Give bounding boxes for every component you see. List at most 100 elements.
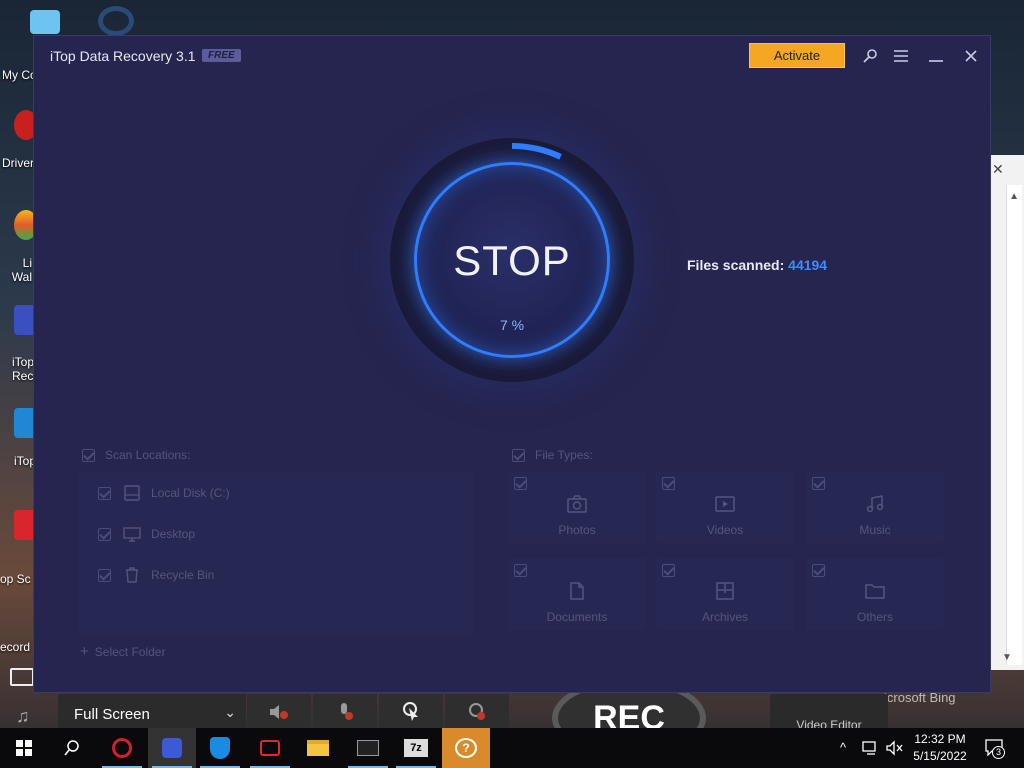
webcam-muted-icon	[469, 703, 485, 720]
windows-logo-icon	[16, 740, 32, 756]
taskbar-app-screen-recorder[interactable]	[246, 728, 294, 768]
network-icon	[862, 741, 876, 755]
minimize-icon	[929, 60, 943, 62]
file-type-photos[interactable]: Photos	[508, 471, 646, 543]
location-label: Local Disk (C:)	[151, 486, 230, 500]
scan-locations-label: Scan Locations:	[105, 448, 191, 462]
chevron-up-icon: ^	[840, 740, 847, 755]
select-folder-label: Select Folder	[94, 645, 166, 659]
location-checkbox[interactable]	[98, 568, 111, 582]
speaker-mute-button[interactable]	[247, 694, 311, 730]
clock-date: 5/15/2022	[913, 749, 967, 763]
scrollbar[interactable]	[1006, 185, 1022, 665]
video-play-icon	[715, 496, 735, 512]
system-clock[interactable]: 12:32 PM 5/15/2022	[906, 731, 974, 765]
recorder-toolbar: ecord ♫ Full Screen ⌄ Video Editor	[0, 640, 1024, 734]
file-type-label: Documents	[546, 610, 608, 624]
taskbar-app-itop-vpn[interactable]	[196, 728, 244, 768]
file-type-label: Others	[856, 610, 893, 624]
scan-locations-header: Scan Locations:	[82, 448, 190, 462]
scroll-up-icon[interactable]: ▲	[1009, 191, 1019, 202]
recorder-left-label: ecord	[0, 640, 31, 654]
location-label: Desktop	[151, 527, 196, 541]
taskbar-app-7zip[interactable]: 7z	[392, 728, 440, 768]
document-icon	[570, 582, 584, 600]
search-taskbar-button[interactable]	[48, 728, 96, 768]
file-type-archives[interactable]: Archives	[656, 558, 794, 630]
computer-icon	[30, 10, 60, 34]
file-type-videos[interactable]: Videos	[656, 471, 794, 543]
file-type-checkbox[interactable]	[812, 564, 825, 577]
archive-box-icon	[716, 582, 734, 600]
recycle-bin-icon	[126, 567, 138, 583]
start-button[interactable]	[0, 728, 48, 768]
itop-data-recovery-icon	[162, 738, 182, 758]
select-folder-button[interactable]: + Select Folder	[80, 643, 165, 660]
taskbar-app-file-explorer[interactable]	[294, 728, 342, 768]
music-note-icon	[866, 495, 884, 513]
scan-locations-checkbox[interactable]	[82, 448, 95, 462]
files-scanned: Files scanned: 44194	[687, 257, 827, 273]
stop-scan-button[interactable]: STOP 7 %	[414, 162, 610, 358]
taskbar-app-itop-data-recovery[interactable]	[148, 728, 196, 768]
minimize-button[interactable]	[924, 44, 948, 68]
scroll-down-icon[interactable]: ▼	[1002, 652, 1012, 663]
search-icon	[863, 49, 877, 63]
taskbar-app-driver-booster[interactable]	[98, 728, 146, 768]
taskbar: 7z ? ^ 12:32 PM 5/15/2022 3	[0, 728, 1024, 768]
location-item[interactable]: Recycle Bin	[98, 567, 214, 583]
camera-icon	[567, 495, 587, 513]
help-chat-icon: ?	[455, 738, 477, 758]
location-checkbox[interactable]	[98, 527, 111, 541]
desktop-icon-label: Driver	[2, 156, 34, 170]
free-badge: FREE	[202, 49, 241, 62]
desktop-icon-label: My Co	[2, 68, 37, 82]
webcam-button[interactable]	[445, 694, 509, 730]
music-note-icon[interactable]: ♫	[16, 706, 30, 727]
shield-icon	[210, 737, 230, 759]
close-icon[interactable]: ✕	[992, 161, 1004, 178]
files-scanned-count: 44194	[788, 257, 828, 273]
location-item[interactable]: Desktop	[98, 526, 195, 542]
location-item[interactable]: Local Disk (C:)	[98, 485, 230, 501]
file-types-header: File Types:	[512, 448, 593, 462]
mouse-click-button[interactable]	[379, 694, 443, 730]
folder-icon	[865, 584, 885, 599]
file-type-label: Archives	[701, 610, 748, 624]
file-type-checkbox[interactable]	[514, 564, 527, 577]
file-type-checkbox[interactable]	[812, 477, 825, 490]
cursor-click-icon	[403, 702, 418, 721]
volume-button[interactable]	[886, 740, 904, 759]
location-label: Recycle Bin	[151, 568, 215, 582]
file-type-music[interactable]: Music	[806, 471, 944, 543]
file-types-checkbox[interactable]	[512, 448, 525, 462]
close-button[interactable]	[959, 44, 983, 68]
mic-mute-button[interactable]	[313, 694, 377, 730]
network-button[interactable]	[862, 740, 880, 759]
chevron-down-icon: ⌄	[224, 704, 236, 720]
menu-button[interactable]	[889, 44, 913, 68]
file-type-checkbox[interactable]	[662, 564, 675, 577]
file-type-others[interactable]: Others	[806, 558, 944, 630]
file-type-checkbox[interactable]	[514, 477, 527, 490]
show-hidden-icons-button[interactable]: ^	[840, 740, 846, 755]
monitor-icon[interactable]	[10, 668, 34, 686]
background-browser-window: ✕ ▲	[990, 155, 1024, 670]
file-type-checkbox[interactable]	[662, 477, 675, 490]
desktop-monitor-icon	[123, 527, 141, 542]
location-checkbox[interactable]	[98, 486, 111, 500]
file-types-label: File Types:	[535, 448, 593, 462]
taskbar-app-terminal[interactable]	[344, 728, 392, 768]
file-type-label: Photos	[558, 523, 596, 537]
desktop-icon-label: op Sc	[0, 572, 31, 586]
screen-recorder-icon	[260, 740, 280, 756]
folder-icon	[307, 740, 329, 756]
taskbar-app-help[interactable]: ?	[442, 728, 490, 768]
terminal-icon	[357, 740, 379, 756]
clock-time: 12:32 PM	[914, 732, 966, 746]
search-key-button[interactable]	[858, 44, 882, 68]
microphone-muted-icon	[341, 703, 353, 720]
notification-center-button[interactable]: 3	[984, 738, 1005, 759]
file-type-documents[interactable]: Documents	[508, 558, 646, 630]
activate-button[interactable]: Activate	[749, 43, 845, 68]
